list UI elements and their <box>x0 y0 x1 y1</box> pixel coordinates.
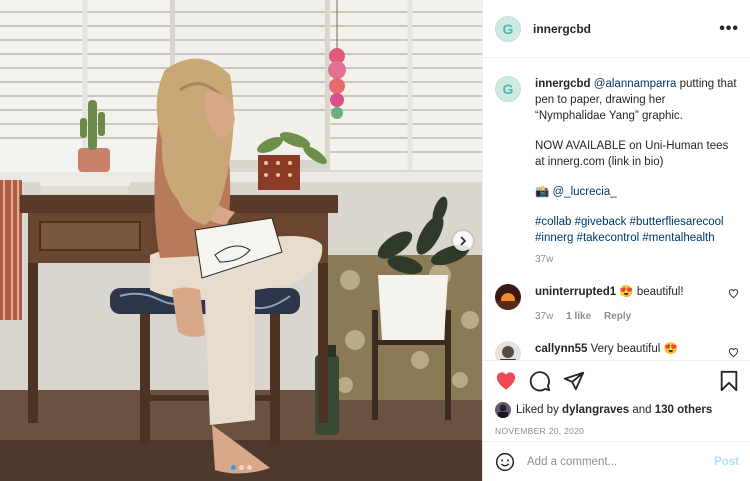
comment-text: Very beautiful 😍 <box>587 343 678 355</box>
caption-availability: NOW AVAILABLE on Uni-Human tees at inner… <box>535 140 729 168</box>
post-date[interactable]: NOVEMBER 20, 2020 <box>495 426 739 436</box>
send-icon <box>563 371 585 391</box>
liker-avatar-image <box>495 402 511 418</box>
user-avatar-image <box>495 341 521 360</box>
carousel-dot <box>230 465 236 470</box>
caption-username[interactable]: innergcbd <box>535 78 591 90</box>
emoji-icon <box>495 452 515 471</box>
liked-by-prefix: Liked by <box>516 404 559 416</box>
reply-button[interactable]: Reply <box>604 311 631 322</box>
caption-body: innergcbd @alannamparra putting that pen… <box>535 76 739 268</box>
carousel-indicators <box>0 465 482 470</box>
caption-timestamp: 37w <box>535 254 554 265</box>
comment-button[interactable] <box>529 370 551 392</box>
avatar[interactable]: G <box>495 15 521 42</box>
avatar[interactable] <box>495 284 521 310</box>
post-side-panel: G innergcbd ••• G innergcbd @alannamparr… <box>482 0 750 481</box>
comment-likes[interactable]: 1 like <box>566 311 591 322</box>
heart-filled-icon <box>496 372 516 390</box>
liked-by: Liked by dylangraves and 130 others <box>495 401 739 419</box>
like-comment-icon[interactable] <box>728 288 739 299</box>
comment: uninterrupted1 😍 beautiful! 37w 1 like R… <box>495 284 739 325</box>
bookmark-icon <box>720 370 738 392</box>
emoji-button[interactable] <box>495 452 515 472</box>
post-header: G innergcbd ••• <box>483 0 750 58</box>
comment-icon <box>529 371 551 392</box>
save-button[interactable] <box>719 370 739 392</box>
avatar-letter: G <box>502 20 514 37</box>
carousel-dot <box>246 465 252 470</box>
avatar[interactable]: G <box>495 76 521 102</box>
like-comment-icon[interactable] <box>728 347 739 358</box>
avatar[interactable] <box>495 341 521 360</box>
post-photo[interactable] <box>0 0 482 481</box>
liked-by-others[interactable]: 130 others <box>655 404 713 416</box>
next-slide-button[interactable] <box>453 231 473 251</box>
avatar-letter: G <box>502 81 514 97</box>
comment-username[interactable]: uninterrupted1 <box>535 286 616 298</box>
liked-by-user[interactable]: dylangraves <box>562 404 629 416</box>
camera-icon: 📸 <box>535 186 550 198</box>
post-button[interactable]: Post <box>714 456 739 468</box>
header-username[interactable]: innergcbd <box>533 22 719 36</box>
post-actions: Liked by dylangraves and 130 others NOVE… <box>483 360 750 436</box>
liked-by-and: and <box>632 404 652 416</box>
comment-text: 😍 beautiful! <box>616 286 684 298</box>
more-options-icon[interactable]: ••• <box>719 20 739 38</box>
caption-hashtags[interactable]: #collab #giveback #butterfliesarecool #i… <box>535 214 739 246</box>
avatar[interactable] <box>495 402 511 418</box>
chevron-right-icon <box>460 236 467 246</box>
add-comment-bar: Post <box>483 441 750 481</box>
like-button[interactable] <box>495 370 517 392</box>
comment-input[interactable] <box>527 455 715 468</box>
share-button[interactable] <box>563 370 585 392</box>
photo-credit-mention[interactable]: @_lucrecia_ <box>553 186 617 198</box>
comments-section: G innergcbd @alannamparra putting that p… <box>483 58 750 360</box>
caption: G innergcbd @alannamparra putting that p… <box>495 58 739 268</box>
comment-timestamp: 37w <box>535 311 554 322</box>
post-image <box>0 0 482 481</box>
sunset-avatar-image <box>495 284 521 310</box>
carousel-dot <box>238 465 244 470</box>
caption-mention[interactable]: @alannamparra <box>594 78 677 90</box>
comment: callynn55 Very beautiful 😍 <box>495 341 739 360</box>
comment-username[interactable]: callynn55 <box>535 343 587 355</box>
